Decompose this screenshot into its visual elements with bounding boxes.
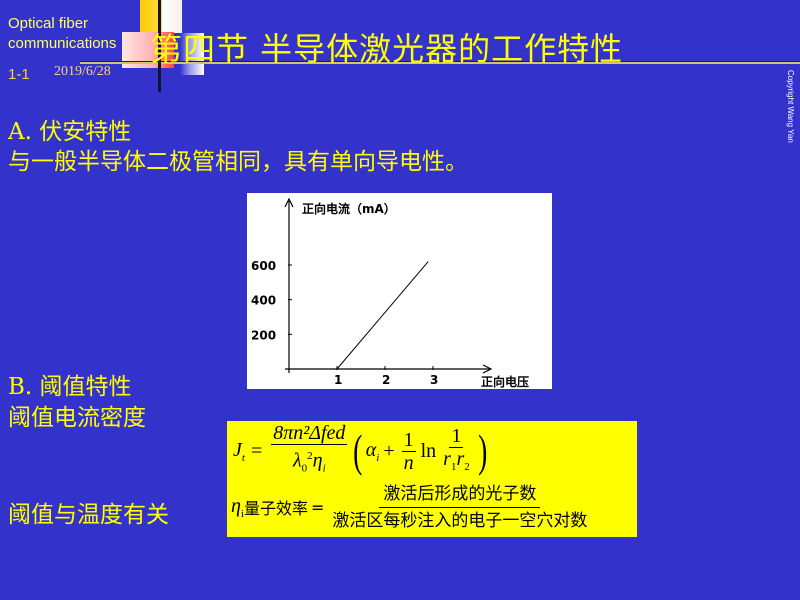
section-b-subheading: 阈值电流密度 <box>8 405 146 431</box>
series-line-iv <box>336 261 429 370</box>
temperature-note: 阈值与温度有关 <box>8 502 169 528</box>
section-a-heading: A. 伏安特性 <box>8 119 132 145</box>
formula-ln: ln <box>420 439 437 462</box>
formula-plus: + <box>383 439 395 462</box>
quantum-efficiency-formula: ηi 量子效率 = 激活后形成的光子数 激活区每秒注入的电子一空穴对数 <box>231 479 592 535</box>
y-tick-label: 600 <box>251 259 276 273</box>
chart-svg: 正向电流（mA） 正向电压 1 2 3 200 400 600 <box>251 197 529 389</box>
x-tick-label: 3 <box>430 373 438 387</box>
x-tick-label: 2 <box>382 373 390 387</box>
formula-main-fraction: 8πn²Δfed λ02ηi <box>271 422 348 480</box>
formula-alpha: αi <box>365 438 380 464</box>
course-title-line2: communications <box>8 35 117 52</box>
y-axis-label: 正向电流（mA） <box>302 201 396 216</box>
course-title: Optical fiber communications <box>8 14 116 54</box>
formula-lhs: Jt <box>233 438 245 464</box>
eta-symbol: ηi <box>231 494 244 520</box>
left-parenthesis: ( <box>353 425 363 476</box>
formula-one-over-n: 1 n <box>401 428 416 474</box>
page-title: 第四节 半导体激光器的工作特性 <box>150 30 624 68</box>
x-axis-label: 正向电压 <box>481 374 529 389</box>
formula-box: Jt = 8πn²Δfed λ02ηi ( αi + 1 n ln 1 r1r2… <box>227 421 637 537</box>
slide-date: 2019/6/28 <box>54 64 111 79</box>
course-title-line1: Optical fiber <box>8 15 89 32</box>
threshold-current-formula: Jt = 8πn²Δfed λ02ηi ( αi + 1 n ln 1 r1r2… <box>233 422 490 480</box>
y-tick-label: 200 <box>251 328 276 342</box>
right-parenthesis: ) <box>477 425 488 476</box>
formula-equals: = <box>250 439 263 462</box>
slide-number: 1-1 <box>8 66 30 83</box>
formula-reflectivity-fraction: 1 r1r2 <box>443 424 470 473</box>
eta-label: 量子效率 <box>243 499 308 518</box>
eta-denominator: 激活区每秒注入的电子一空穴对数 <box>332 510 588 531</box>
formula-numerator: 8πn²Δfed <box>271 422 348 446</box>
section-a-description: 与一般半导体二极管相同，具有单向导电性。 <box>8 149 468 175</box>
y-tick-label: 400 <box>251 294 276 308</box>
iv-characteristic-chart: 正向电流（mA） 正向电压 1 2 3 200 400 600 <box>247 193 552 389</box>
copyright-notice: Copyright Wang Yan <box>786 70 795 143</box>
formula-denominator: λ02ηi <box>293 449 326 475</box>
eta-numerator: 激活后形成的光子数 <box>379 481 541 508</box>
eta-equals: = <box>311 497 325 517</box>
x-tick-label: 1 <box>334 373 342 387</box>
section-b-heading: B. 阈值特性 <box>8 374 132 400</box>
eta-fraction: 激活后形成的光子数 激活区每秒注入的电子一空穴对数 <box>330 481 589 534</box>
